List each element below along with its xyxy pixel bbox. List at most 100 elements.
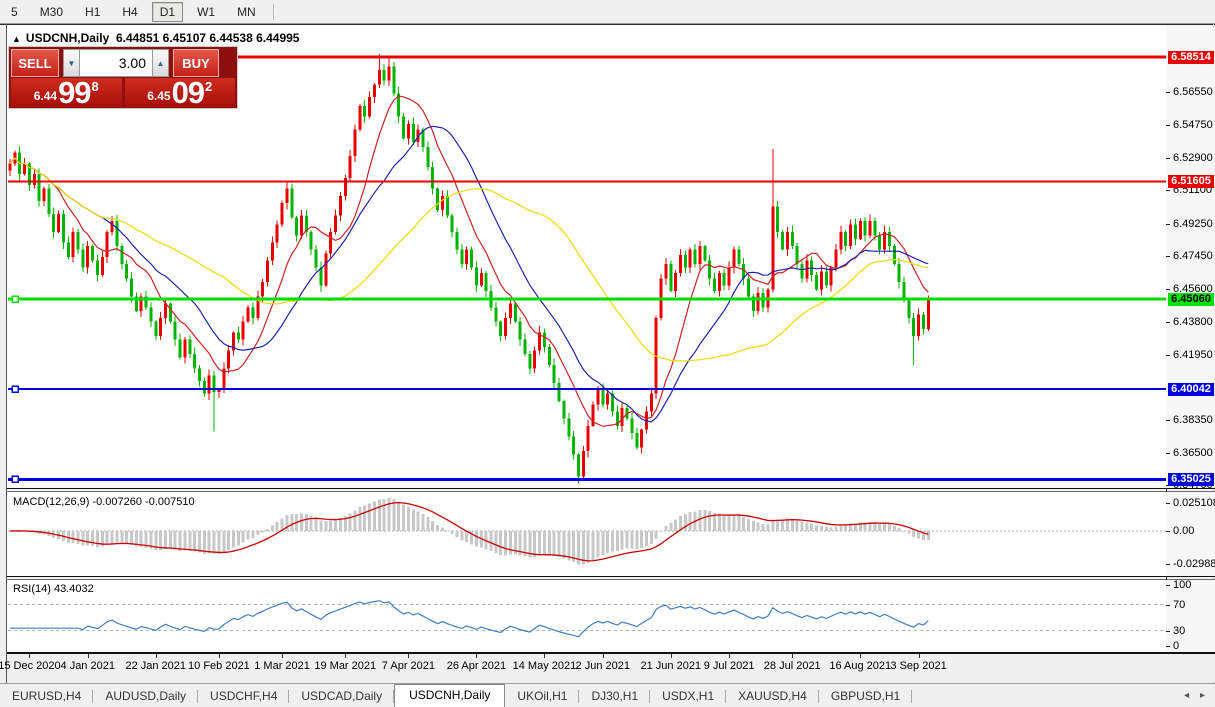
macd-tick-mark bbox=[1166, 531, 1170, 532]
rsi-tick-mark bbox=[1166, 585, 1170, 586]
date-axis[interactable]: 15 Dec 20204 Jan 202122 Jan 202110 Feb 2… bbox=[7, 654, 1215, 682]
sell-price-quote[interactable]: 6.44 99 8 bbox=[11, 78, 122, 107]
date-tick-mark bbox=[282, 654, 283, 658]
timeframe-button-w1[interactable]: W1 bbox=[189, 2, 223, 22]
price-tick-mark bbox=[1166, 355, 1170, 356]
sell-button[interactable]: SELL bbox=[11, 49, 59, 77]
macd-tick-label: 0.00 bbox=[1173, 525, 1194, 537]
rsi-tick-mark bbox=[1166, 646, 1170, 647]
timeframe-button-m30[interactable]: M30 bbox=[32, 2, 71, 22]
date-tick-mark bbox=[345, 654, 346, 658]
volume-increase-button[interactable]: ▲ bbox=[152, 49, 169, 77]
level-price-badge: 6.35025 bbox=[1168, 473, 1214, 486]
price-axis[interactable]: 6.565506.547506.529006.511006.492506.474… bbox=[1166, 25, 1215, 488]
sell-price-pips: 99 bbox=[58, 79, 90, 106]
chart-tab-usdcad[interactable]: USDCAD,Daily bbox=[289, 686, 394, 707]
date-tick-mark bbox=[603, 654, 604, 658]
timeframe-button-h1[interactable]: H1 bbox=[77, 2, 108, 22]
timeframe-button-d1[interactable]: D1 bbox=[152, 2, 183, 22]
date-tick-label: 3 Sep 2021 bbox=[874, 660, 964, 672]
macd-axis: 0.025108 0.00 -0.029881 bbox=[1166, 492, 1215, 576]
timeframe-button-h4[interactable]: H4 bbox=[114, 2, 145, 22]
chart-tab-ukoil[interactable]: UKOil,H1 bbox=[505, 686, 579, 707]
date-tick-mark bbox=[860, 654, 861, 658]
buy-price-point: 2 bbox=[205, 80, 212, 93]
date-tick-mark bbox=[544, 654, 545, 658]
toolbar-separator bbox=[273, 4, 274, 20]
date-tick-mark bbox=[88, 654, 89, 658]
price-tick-label: 6.56550 bbox=[1173, 86, 1213, 98]
spinner-down-icon: ▼ bbox=[68, 59, 76, 68]
chart-tab-audusd[interactable]: AUDUSD,Daily bbox=[93, 686, 198, 707]
rsi-tick-label: 0 bbox=[1173, 640, 1179, 652]
chart-title: ▲ USDCNH,Daily 6.44851 6.45107 6.44538 6.… bbox=[12, 31, 299, 45]
macd-tick-mark bbox=[1166, 503, 1170, 504]
date-tick-mark bbox=[156, 654, 157, 658]
level-price-badge: 6.45060 bbox=[1168, 293, 1214, 306]
panel-separator[interactable] bbox=[7, 576, 1215, 577]
chart-symbol-label: USDCNH,Daily bbox=[26, 31, 109, 45]
timeframe-button-5[interactable]: 5 bbox=[3, 2, 26, 22]
price-tick-mark bbox=[1166, 190, 1170, 191]
spinner-up-icon: ▲ bbox=[157, 59, 165, 68]
collapse-panel-icon[interactable]: ▲ bbox=[12, 34, 21, 44]
chart-tab-usdcnh[interactable]: USDCNH,Daily bbox=[394, 684, 505, 707]
panel-separator[interactable] bbox=[7, 488, 1215, 489]
price-tick-label: 6.38350 bbox=[1173, 414, 1213, 426]
price-tick-mark bbox=[1166, 224, 1170, 225]
rsi-label: RSI(14) 43.4032 bbox=[13, 583, 94, 595]
price-tick-mark bbox=[1166, 92, 1170, 93]
timeframe-button-mn[interactable]: MN bbox=[229, 2, 264, 22]
sell-price-base: 6.44 bbox=[34, 86, 57, 106]
date-tick-mark bbox=[671, 654, 672, 658]
price-tick-mark bbox=[1166, 453, 1170, 454]
level-price-badge: 6.58514 bbox=[1168, 51, 1214, 64]
rsi-axis: 10070300 bbox=[1166, 580, 1215, 652]
chart-tab-xauusd[interactable]: XAUUSD,H4 bbox=[726, 686, 819, 707]
price-tick-label: 6.49250 bbox=[1173, 218, 1213, 230]
tab-scroll-arrows[interactable]: ◂ ▸ bbox=[1184, 690, 1209, 701]
chart-tab-usdchf[interactable]: USDCHF,H4 bbox=[198, 686, 289, 707]
rsi-tick-label: 70 bbox=[1173, 599, 1185, 611]
rsi-indicator-chart bbox=[8, 580, 1166, 652]
price-tick-label: 6.47450 bbox=[1173, 250, 1213, 262]
buy-price-base: 6.45 bbox=[147, 86, 170, 106]
date-tick-mark bbox=[792, 654, 793, 658]
volume-input[interactable]: 3.00 bbox=[80, 49, 152, 77]
date-tick-mark bbox=[729, 654, 730, 658]
price-tick-mark bbox=[1166, 322, 1170, 323]
price-tick-mark bbox=[1166, 158, 1170, 159]
volume-decrease-button[interactable]: ▼ bbox=[63, 49, 80, 77]
chart-tab-gbpusd[interactable]: GBPUSD,H1 bbox=[819, 686, 912, 707]
macd-label: MACD(12,26,9) -0.007260 -0.007510 bbox=[13, 496, 195, 508]
trading-terminal-window: 5M30H1H4D1W1MN 6.565506.547506.529006.51… bbox=[0, 0, 1215, 706]
buy-price-pips: 09 bbox=[172, 79, 204, 106]
buy-button[interactable]: BUY bbox=[173, 49, 219, 77]
chart-tab-bar: EURUSD,H4AUDUSD,DailyUSDCHF,H4USDCAD,Dai… bbox=[0, 683, 1215, 707]
buy-price-quote[interactable]: 6.45 09 2 bbox=[125, 78, 236, 107]
timeframe-toolbar: 5 M30 H1 H4 D1 W1 MN bbox=[0, 0, 1215, 23]
rsi-tick-label: 100 bbox=[1173, 579, 1191, 591]
price-tick-label: 6.41950 bbox=[1173, 349, 1213, 361]
one-click-trading-panel: SELL ▼ 3.00 ▲ BUY 6.44 99 8 6.45 09 2 bbox=[8, 46, 238, 109]
rsi-tick-mark bbox=[1166, 605, 1170, 606]
price-tick-label: 6.54750 bbox=[1173, 119, 1213, 131]
chart-ohlc-values: 6.44851 6.45107 6.44538 6.44995 bbox=[116, 31, 300, 45]
price-tick-label: 6.52900 bbox=[1173, 152, 1213, 164]
price-tick-mark bbox=[1166, 289, 1170, 290]
level-price-badge: 6.40042 bbox=[1168, 383, 1214, 396]
price-tick-mark bbox=[1166, 125, 1170, 126]
rsi-tick-mark bbox=[1166, 631, 1170, 632]
chart-tab-eurusd[interactable]: EURUSD,H4 bbox=[0, 686, 93, 707]
price-tick-label: 6.36500 bbox=[1173, 447, 1213, 459]
chart-tab-usdx[interactable]: USDX,H1 bbox=[650, 686, 726, 707]
macd-tick-label: 0.025108 bbox=[1173, 497, 1215, 509]
slow-ma-line bbox=[10, 158, 928, 361]
date-tick-mark bbox=[476, 654, 477, 658]
price-tick-mark bbox=[1166, 420, 1170, 421]
price-tick-label: 6.43800 bbox=[1173, 316, 1213, 328]
price-tick-mark bbox=[1166, 256, 1170, 257]
chart-tab-dj30[interactable]: DJ30,H1 bbox=[579, 686, 650, 707]
sell-price-point: 8 bbox=[92, 80, 99, 93]
macd-tick-label: -0.029881 bbox=[1173, 558, 1215, 570]
